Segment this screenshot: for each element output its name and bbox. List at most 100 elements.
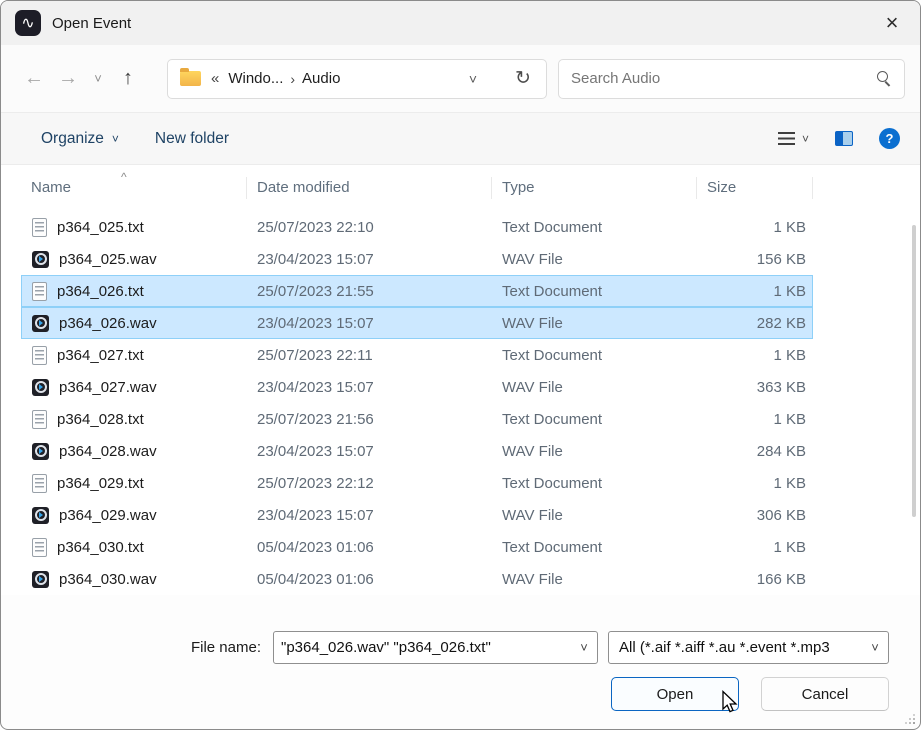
column-header-size-label: Size	[707, 179, 736, 196]
column-header-size[interactable]: Size	[696, 177, 813, 199]
navigation-bar: ← → ˅ ↑ « Windo... › Audio ˅ ↻	[1, 45, 920, 113]
file-row[interactable]: p364_027.txt 25/07/2023 22:11 Text Docum…	[21, 339, 813, 371]
file-date: 23/04/2023 15:07	[247, 251, 492, 268]
back-button[interactable]: ←	[17, 62, 51, 96]
close-button[interactable]: ×	[870, 4, 914, 42]
file-name-row: File name: ˅ All (*.aif *.aiff *.au *.ev…	[1, 631, 889, 664]
file-type: Text Document	[492, 539, 697, 556]
action-buttons-row: Open Cancel	[1, 677, 889, 711]
file-date: 05/04/2023 01:06	[247, 571, 492, 588]
file-name: p364_030.txt	[57, 539, 144, 556]
file-type-icon	[32, 443, 49, 460]
file-size: 1 KB	[697, 283, 814, 300]
file-name-dropdown-button[interactable]: ˅	[571, 640, 597, 655]
file-row[interactable]: p364_027.wav 23/04/2023 15:07 WAV File 3…	[21, 371, 813, 403]
file-row[interactable]: p364_028.txt 25/07/2023 21:56 Text Docum…	[21, 403, 813, 435]
breadcrumb-separator-icon: ›	[288, 71, 297, 87]
column-header-name[interactable]: ^ Name	[21, 177, 246, 199]
file-date: 05/04/2023 01:06	[247, 539, 492, 556]
help-button[interactable]: ?	[879, 128, 900, 149]
app-waveform-icon: ∿	[15, 10, 41, 36]
file-name-input[interactable]	[274, 639, 571, 656]
column-header-date-modified[interactable]: Date modified	[246, 177, 491, 199]
search-box	[558, 59, 905, 99]
file-name: p364_028.txt	[57, 411, 144, 428]
resize-grip[interactable]	[904, 713, 915, 724]
file-type: WAV File	[492, 315, 697, 332]
file-row[interactable]: p364_030.txt 05/04/2023 01:06 Text Docum…	[21, 531, 813, 563]
window-title: Open Event	[52, 15, 131, 32]
refresh-button[interactable]: ↻	[506, 62, 540, 96]
file-type-icon	[32, 410, 47, 429]
new-folder-button[interactable]: New folder	[155, 130, 229, 148]
chevron-down-icon: ˅	[469, 71, 477, 87]
address-bar[interactable]: « Windo... › Audio ˅ ↻	[167, 59, 547, 99]
file-name: p364_026.txt	[57, 283, 144, 300]
file-date: 25/07/2023 22:12	[247, 475, 492, 492]
breadcrumb-item-windows[interactable]: Windo...	[223, 67, 288, 90]
scrollbar-thumb[interactable]	[912, 225, 916, 517]
file-row[interactable]: p364_029.txt 25/07/2023 22:12 Text Docum…	[21, 467, 813, 499]
file-name: p364_029.wav	[59, 507, 157, 524]
column-headers: ^ Name Date modified Type Size	[1, 165, 920, 211]
file-date: 23/04/2023 15:07	[247, 315, 492, 332]
file-size: 306 KB	[697, 507, 814, 524]
organize-button[interactable]: Organize ˅	[41, 130, 119, 148]
change-view-button[interactable]: ˅	[778, 132, 809, 146]
file-date: 23/04/2023 15:07	[247, 507, 492, 524]
file-type-icon	[32, 346, 47, 365]
file-size: 1 KB	[697, 347, 814, 364]
column-header-type-label: Type	[502, 179, 535, 196]
recent-locations-button[interactable]: ˅	[85, 62, 111, 96]
file-size: 1 KB	[697, 219, 814, 236]
file-type-icon	[32, 218, 47, 237]
file-type: WAV File	[492, 507, 697, 524]
folder-icon	[180, 71, 201, 86]
file-row[interactable]: p364_025.wav 23/04/2023 15:07 WAV File 1…	[21, 243, 813, 275]
file-list-panel: ^ Name Date modified Type Size p364_025.…	[1, 165, 920, 595]
file-type-icon	[32, 474, 47, 493]
file-row[interactable]: p364_025.txt 25/07/2023 22:10 Text Docum…	[21, 211, 813, 243]
search-input[interactable]	[571, 70, 877, 87]
file-size: 1 KB	[697, 539, 814, 556]
file-size: 1 KB	[697, 411, 814, 428]
scrollbar-track[interactable]	[912, 173, 916, 587]
file-type-icon	[32, 315, 49, 332]
file-date: 25/07/2023 22:10	[247, 219, 492, 236]
breadcrumb-item-audio[interactable]: Audio	[297, 67, 345, 90]
file-type-value: All (*.aif *.aiff *.au *.event *.mp3	[619, 639, 862, 656]
preview-pane-button[interactable]	[835, 131, 853, 146]
file-name: p364_025.txt	[57, 219, 144, 236]
open-button[interactable]: Open	[611, 677, 739, 711]
refresh-icon: ↻	[515, 68, 531, 89]
file-name: p364_025.wav	[59, 251, 157, 268]
cancel-button[interactable]: Cancel	[761, 677, 889, 711]
file-type: Text Document	[492, 219, 697, 236]
file-row[interactable]: p364_026.txt 25/07/2023 21:55 Text Docum…	[21, 275, 813, 307]
file-type: WAV File	[492, 251, 697, 268]
file-name: p364_028.wav	[59, 443, 157, 460]
nav-buttons: ← → ˅ ↑	[17, 62, 145, 96]
breadcrumb-overflow[interactable]: «	[211, 70, 223, 87]
command-bar: Organize ˅ New folder ˅ ?	[1, 113, 920, 165]
file-type-select[interactable]: All (*.aif *.aiff *.au *.event *.mp3 ˅	[608, 631, 889, 664]
address-dropdown-button[interactable]: ˅	[458, 64, 488, 94]
new-folder-label: New folder	[155, 130, 229, 148]
column-header-type[interactable]: Type	[491, 177, 696, 199]
file-type-icon	[32, 507, 49, 524]
command-bar-right: ˅ ?	[778, 128, 900, 149]
open-event-dialog: ∿ Open Event × ← → ˅ ↑ « Windo... › Audi…	[0, 0, 921, 730]
waveform-glyph: ∿	[21, 13, 34, 33]
file-type: Text Document	[492, 475, 697, 492]
file-name: p364_029.txt	[57, 475, 144, 492]
chevron-glyph: ˅	[871, 640, 879, 655]
file-row[interactable]: p364_029.wav 23/04/2023 15:07 WAV File 3…	[21, 499, 813, 531]
file-row[interactable]: p364_030.wav 05/04/2023 01:06 WAV File 1…	[21, 563, 813, 595]
file-type-icon	[32, 379, 49, 396]
file-row[interactable]: p364_028.wav 23/04/2023 15:07 WAV File 2…	[21, 435, 813, 467]
file-row[interactable]: p364_026.wav 23/04/2023 15:07 WAV File 2…	[21, 307, 813, 339]
file-type-icon	[32, 571, 49, 588]
forward-arrow-icon: →	[58, 67, 78, 90]
forward-button[interactable]: →	[51, 62, 85, 96]
up-button[interactable]: ↑	[111, 62, 145, 96]
